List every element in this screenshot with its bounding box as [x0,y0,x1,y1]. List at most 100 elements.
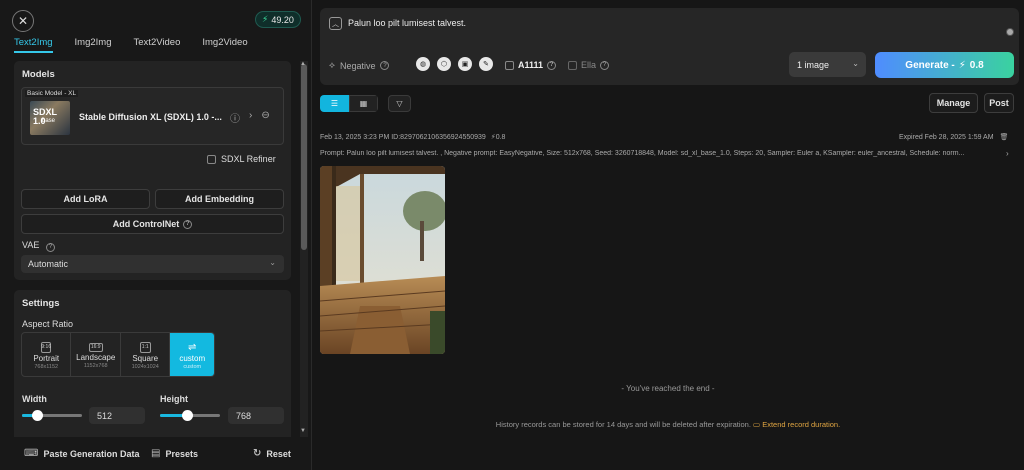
reset-button[interactable]: ↻ Reset [253,448,291,459]
tab-img2video[interactable]: Img2Video [202,37,247,53]
height-label: Height [160,394,188,404]
help-icon[interactable]: ? [380,61,390,70]
ella-label: Ella [581,60,597,70]
tab-text2img[interactable]: Text2Img [14,37,53,53]
extend-record-link[interactable]: Extend record duration. [762,420,840,429]
prompt-tools: ◍ ⬡ ▣ ✎ [416,57,493,71]
bottom-bar: ⌨ Paste Generation Data ▤ Presets ↻ Rese… [0,438,311,470]
settings-scroll-area: Models Basic Model - XL SDXL 1.0 base St… [14,61,298,437]
mode-tabs: Text2Img Img2Img Text2Video Img2Video [14,37,270,53]
clock-icon: ▭ [753,420,761,429]
width-input[interactable]: 512 [89,407,145,424]
unlock-icon[interactable]: ⊖ [261,110,269,125]
aspect-dims: custom [183,363,202,370]
tab-text2video[interactable]: Text2Video [134,37,181,53]
bolt-icon: ⚡ [262,14,269,24]
width-label: Width [22,394,47,404]
aspect-landscape[interactable]: 16:9 Landscape 1152x768 [71,333,121,376]
vae-label: VAE ? [22,240,55,252]
list-view-icon[interactable]: ☰ [320,95,349,112]
post-button[interactable]: Post [984,93,1014,113]
generated-image[interactable] [320,166,445,354]
prompt-box: ︿ Palun loo pilt lumisest talvest. ⟡ Neg… [320,8,1019,85]
width-slider-knob[interactable] [32,410,43,421]
sdxl-refiner-option[interactable]: SDXL Refiner [207,154,276,164]
generate-cost: 0.8 [969,59,984,71]
expired-text: Expired Feb 28, 2025 1:59 AM [899,133,994,141]
manage-button[interactable]: Manage [929,93,978,113]
close-icon[interactable]: ✕ [12,10,34,32]
generated-image-art [320,166,445,354]
grid-view-icon[interactable]: ▦ [349,95,378,112]
aspect-name: Landscape [76,352,116,362]
chevron-down-icon: ⌄ [852,59,859,68]
credits-value: 49.20 [271,14,294,25]
paste-icon: ⌨ [24,448,39,459]
record-date-id: Feb 13, 2025 3:23 PM ID:8297062106356924… [320,134,486,141]
aspect-square[interactable]: 1:1 Square 1024x1024 [121,333,171,376]
sliders-icon: ⇌ [188,341,197,353]
sdxl-refiner-checkbox[interactable] [207,154,216,164]
scroll-down-arrow-icon[interactable]: ▼ [300,428,306,434]
add-embedding-button[interactable]: Add Embedding [155,189,284,209]
a1111-option[interactable]: A1111 ? [505,60,557,70]
add-controlnet-button[interactable]: Add ControlNet ? [21,214,284,234]
collapse-chevron-up-icon[interactable]: ︿ [329,17,342,30]
scrollbar-thumb[interactable] [301,64,307,250]
aspect-custom[interactable]: ⇌ custom custom [170,333,214,376]
chevron-right-icon[interactable]: › [1006,149,1009,158]
retention-note: History records can be stored for 14 day… [495,420,751,429]
paste-generation-data-button[interactable]: ⌨ Paste Generation Data [24,448,139,459]
model-tag: Basic Model - XL [25,90,79,97]
credits-badge: ⚡ 49.20 [255,11,301,28]
presets-button[interactable]: ▤ Presets [151,448,198,459]
help-icon[interactable]: ? [547,60,557,70]
record-expiry: Expired Feb 28, 2025 1:59 AM 🗑 [899,133,1009,142]
ella-option[interactable]: Ella ? [568,60,610,70]
models-title: Models [22,69,55,80]
chevron-right-icon[interactable]: › [249,110,252,125]
magic-wand-icon[interactable]: ✎ [479,57,493,71]
model-thumb-sub: base [42,118,56,124]
portrait-icon: 9:16 [41,341,52,353]
scroll-up-arrow-icon[interactable]: ▲ [300,61,306,67]
negative-prompt-toggle[interactable]: ⟡ Negative ? [329,60,390,71]
aspect-name: custom [179,353,206,363]
aspect-ratio-group: 9:16 Portrait 768x1152 16:9 Landscape 11… [21,332,215,377]
model-card[interactable]: Basic Model - XL SDXL 1.0 base Stable Di… [21,87,284,145]
prompt-input[interactable]: Palun loo pilt lumisest talvest. [348,18,466,28]
image-count-select[interactable]: 1 image ⌄ [789,52,866,77]
footer-note: History records can be stored for 14 day… [312,420,1024,429]
trash-icon[interactable]: 🗑 [1000,133,1009,141]
model-thumbnail: SDXL 1.0 base [30,101,70,135]
a1111-checkbox[interactable] [505,60,514,70]
height-slider-knob[interactable] [182,410,193,421]
tab-img2img[interactable]: Img2Img [75,37,112,53]
vae-value: Automatic [28,259,69,269]
height-input[interactable]: 768 [228,407,284,424]
book-icon: ▤ [151,448,161,459]
globe-icon[interactable]: ◍ [416,57,430,71]
settings-title: Settings [22,298,60,309]
landscape-icon: 16:9 [88,342,103,352]
help-icon[interactable]: ? [45,242,55,252]
filter-icon[interactable]: ▽ [388,95,411,112]
help-icon[interactable]: ? [183,219,193,229]
vae-select[interactable]: Automatic ⌄ [21,255,284,273]
view-toggle: ☰ ▦ [320,95,378,112]
add-lora-button[interactable]: Add LoRA [21,189,150,209]
cube-icon[interactable]: ⬡ [437,57,451,71]
record-params: Prompt: Palun loo pilt lumisest talvest.… [320,150,965,157]
models-panel: Models Basic Model - XL SDXL 1.0 base St… [14,61,291,280]
refresh-icon: ↻ [253,448,262,459]
image-icon[interactable]: ▣ [458,57,472,71]
radio-toggle[interactable] [1007,29,1013,35]
ella-checkbox[interactable] [568,60,577,70]
left-panel: ✕ ⚡ 49.20 Text2Img Img2Img Text2Video Im… [0,0,312,470]
settings-panel: Settings Aspect Ratio 9:16 Portrait 768x… [14,290,291,437]
end-of-list-text: - You've reached the end - [621,384,715,393]
help-icon[interactable]: ? [600,60,610,70]
generate-button[interactable]: Generate - ⚡ 0.8 [875,52,1014,78]
info-icon[interactable]: ⓘ [230,110,240,125]
aspect-portrait[interactable]: 9:16 Portrait 768x1152 [22,333,72,376]
